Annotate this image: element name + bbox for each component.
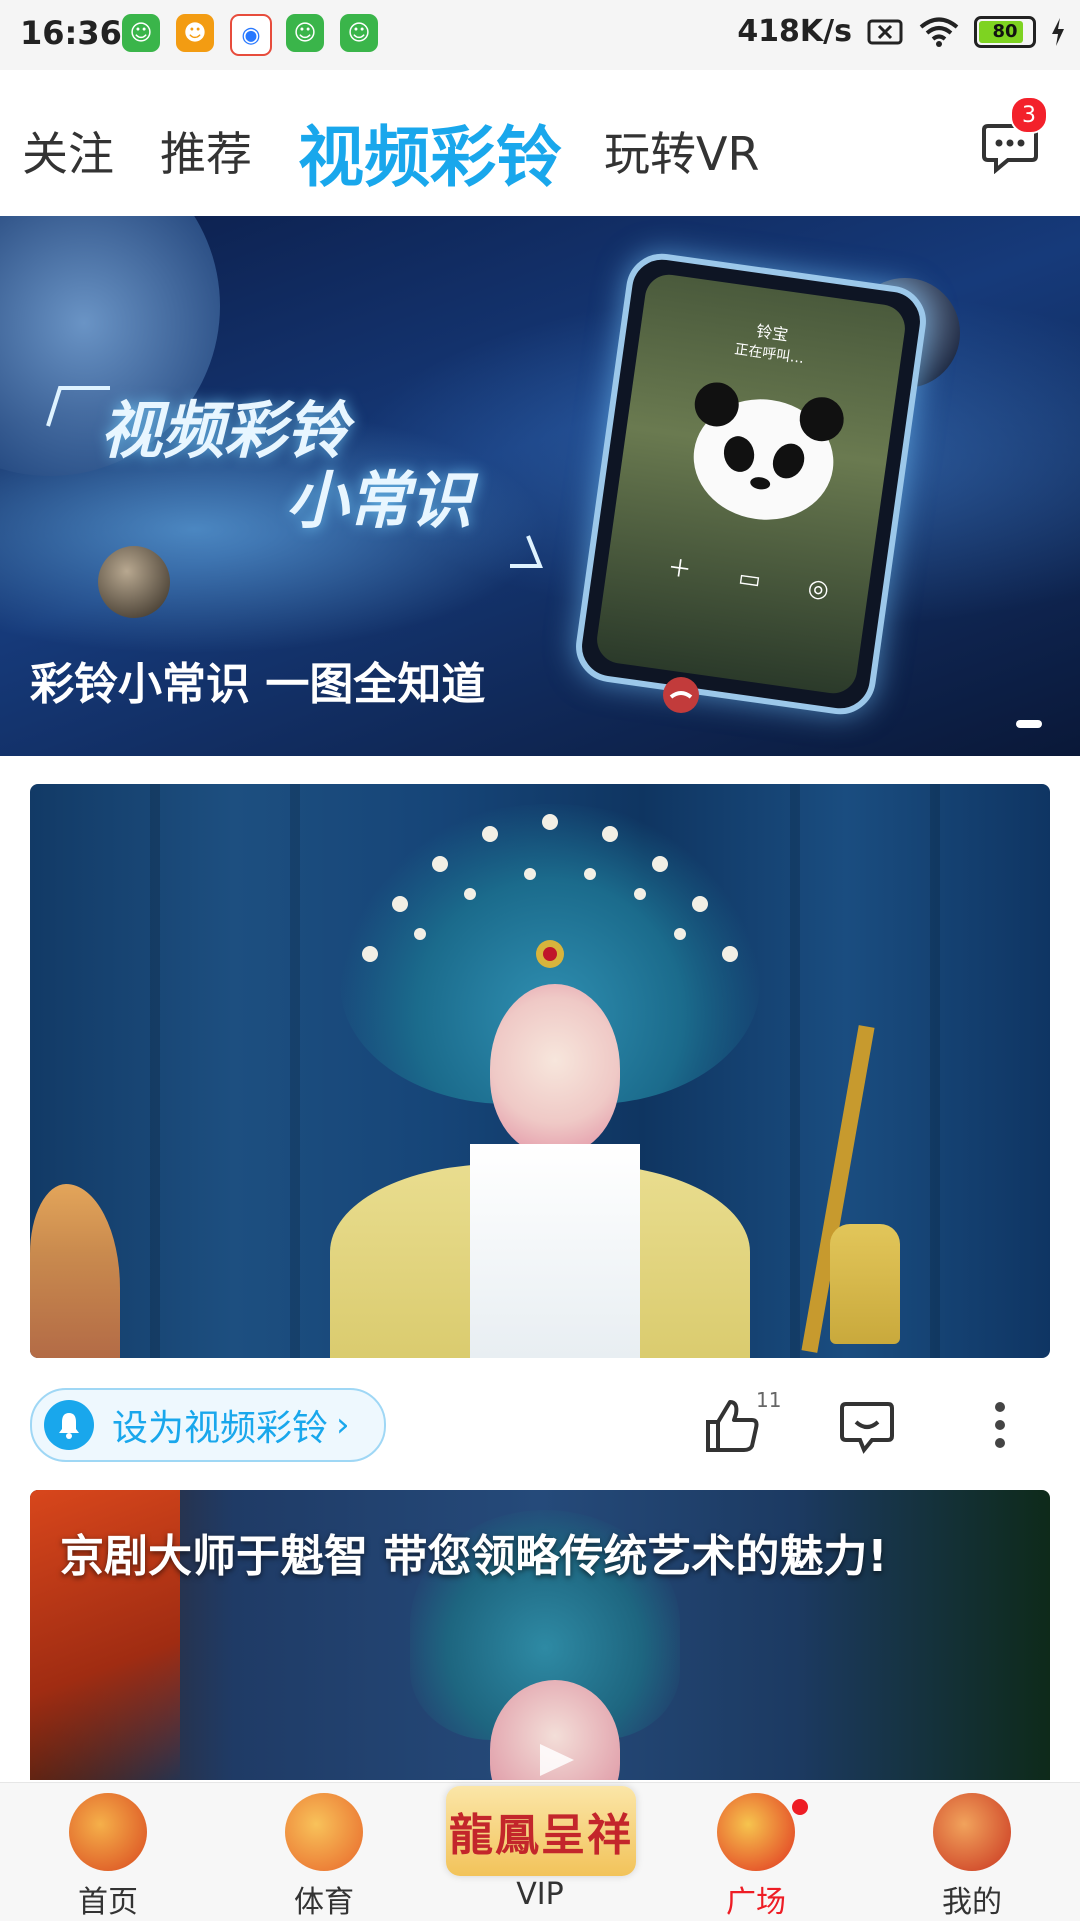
tassel-prop bbox=[830, 1224, 900, 1344]
like-count: 11 bbox=[756, 1388, 782, 1412]
banner-caption: 彩铃小常识 一图全知道 bbox=[30, 659, 486, 710]
phone-controls: ＋ ▭ ◎ bbox=[665, 553, 851, 607]
video-card-opera-2[interactable]: 京剧大师于魁智 带您领略传统艺术的魅力! bbox=[30, 1490, 1050, 1780]
carousel-indicator bbox=[1016, 720, 1042, 728]
nav-home-label: 首页 bbox=[78, 1885, 138, 1920]
app-notification-icon: ☻ bbox=[176, 14, 214, 52]
square-icon bbox=[717, 1793, 795, 1871]
hangup-icon bbox=[663, 677, 699, 713]
status-right: 418K/s 80 bbox=[737, 14, 1066, 49]
banner-title-line2: 小常识 bbox=[286, 464, 473, 537]
video-title: 京剧大师于魁智 带您领略传统艺术的魅力! bbox=[60, 1531, 888, 1582]
status-bar: 16:36 ☺ ☻ ◉ ☺ ☺ 418K/s 80 bbox=[0, 0, 1080, 70]
battery-icon: 80 bbox=[974, 15, 1036, 48]
nav-home[interactable]: 首页 bbox=[0, 1783, 216, 1921]
set-ringtone-button[interactable]: 设为视频彩铃 › bbox=[30, 1388, 386, 1462]
home-icon bbox=[69, 1793, 147, 1871]
play-icon bbox=[540, 1744, 574, 1776]
notification-dot bbox=[792, 1799, 808, 1815]
app-notification-icon: ☺ bbox=[340, 14, 378, 52]
charging-icon bbox=[1052, 17, 1064, 46]
message-badge: 3 bbox=[1010, 96, 1048, 134]
chevron-right-icon: › bbox=[336, 1405, 350, 1445]
video-card-opera[interactable] bbox=[30, 784, 1050, 1358]
tab-follow[interactable]: 关注 bbox=[22, 118, 114, 184]
network-speed: 418K/s bbox=[737, 14, 852, 49]
sports-icon bbox=[285, 1793, 363, 1871]
top-tab-bar: 关注 推荐 视频彩铃 玩转VR bbox=[0, 70, 1080, 216]
tab-recommend[interactable]: 推荐 bbox=[160, 118, 252, 184]
panda-image bbox=[685, 379, 847, 529]
set-ringtone-label: 设为视频彩铃 bbox=[112, 1408, 329, 1449]
tab-video-ringtone[interactable]: 视频彩铃 bbox=[298, 104, 562, 200]
nav-sports[interactable]: 体育 bbox=[216, 1783, 432, 1921]
opera-collar bbox=[470, 1144, 640, 1358]
nav-square-label: 广场 bbox=[726, 1885, 786, 1920]
video-actions: 设为视频彩铃 › 11 bbox=[0, 1388, 1080, 1462]
vip-logo[interactable]: 龍鳳呈祥 bbox=[446, 1786, 636, 1876]
nav-square[interactable]: 广场 bbox=[648, 1783, 864, 1921]
app-notification-icon: ☺ bbox=[286, 14, 324, 52]
app-notification-icon: ☺ bbox=[122, 14, 160, 52]
bell-icon bbox=[44, 1400, 94, 1450]
battery-level: 80 bbox=[992, 21, 1018, 42]
nav-mine[interactable]: 我的 bbox=[864, 1783, 1080, 1921]
like-icon[interactable] bbox=[704, 1398, 762, 1454]
more-options-icon[interactable] bbox=[990, 1400, 1010, 1450]
sim-error-icon bbox=[867, 19, 903, 44]
side-performer bbox=[30, 1184, 120, 1358]
comment-icon[interactable] bbox=[838, 1400, 896, 1454]
tab-vr[interactable]: 玩转VR bbox=[604, 118, 759, 184]
nav-vip-label: VIP bbox=[516, 1877, 564, 1912]
phone-illustration: 铃宝 正在呼叫… ＋ ▭ ◎ bbox=[571, 249, 931, 719]
app-notification-icon: ◉ bbox=[230, 14, 272, 56]
nav-sports-label: 体育 bbox=[294, 1885, 354, 1920]
nav-mine-label: 我的 bbox=[942, 1885, 1002, 1920]
status-time: 16:36 bbox=[20, 14, 122, 52]
wifi-icon bbox=[919, 17, 959, 47]
opera-face bbox=[490, 984, 620, 1154]
profile-icon bbox=[933, 1793, 1011, 1871]
